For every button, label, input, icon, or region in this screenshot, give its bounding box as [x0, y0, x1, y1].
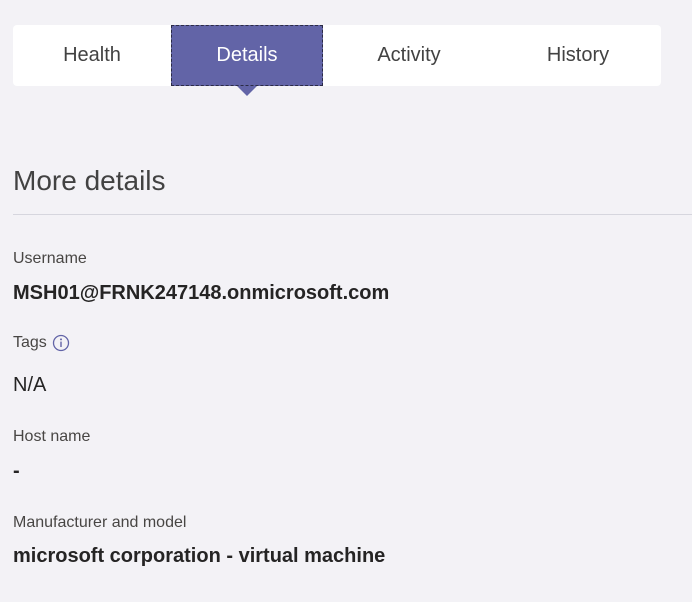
section-title: More details: [13, 165, 166, 196]
tab-activity-label: Activity: [377, 44, 441, 66]
username-label: Username: [13, 250, 87, 267]
tab-health-label: Health: [63, 44, 121, 66]
manufacturer-label: Manufacturer and model: [13, 514, 187, 531]
tab-details[interactable]: Details: [171, 25, 323, 96]
host-name-label: Host name: [13, 428, 91, 445]
username-value: MSH01@FRNK247148.onmicrosoft.com: [13, 282, 390, 304]
tab-details-label: Details: [216, 44, 278, 66]
host-name-value: -: [13, 460, 20, 482]
tab-activity[interactable]: Activity: [323, 25, 495, 86]
tab-bar: Health Details Activity History: [13, 25, 661, 96]
tags-label-row: Tags: [13, 334, 70, 352]
tab-history[interactable]: History: [495, 25, 661, 86]
tab-history-label: History: [546, 44, 610, 66]
manufacturer-value: microsoft corporation - virtual machine: [13, 545, 386, 567]
section-divider: [13, 214, 692, 215]
info-icon[interactable]: [52, 334, 70, 352]
tags-label: Tags: [13, 334, 47, 351]
tab-health[interactable]: Health: [13, 25, 171, 86]
tags-value: N/A: [13, 374, 47, 396]
